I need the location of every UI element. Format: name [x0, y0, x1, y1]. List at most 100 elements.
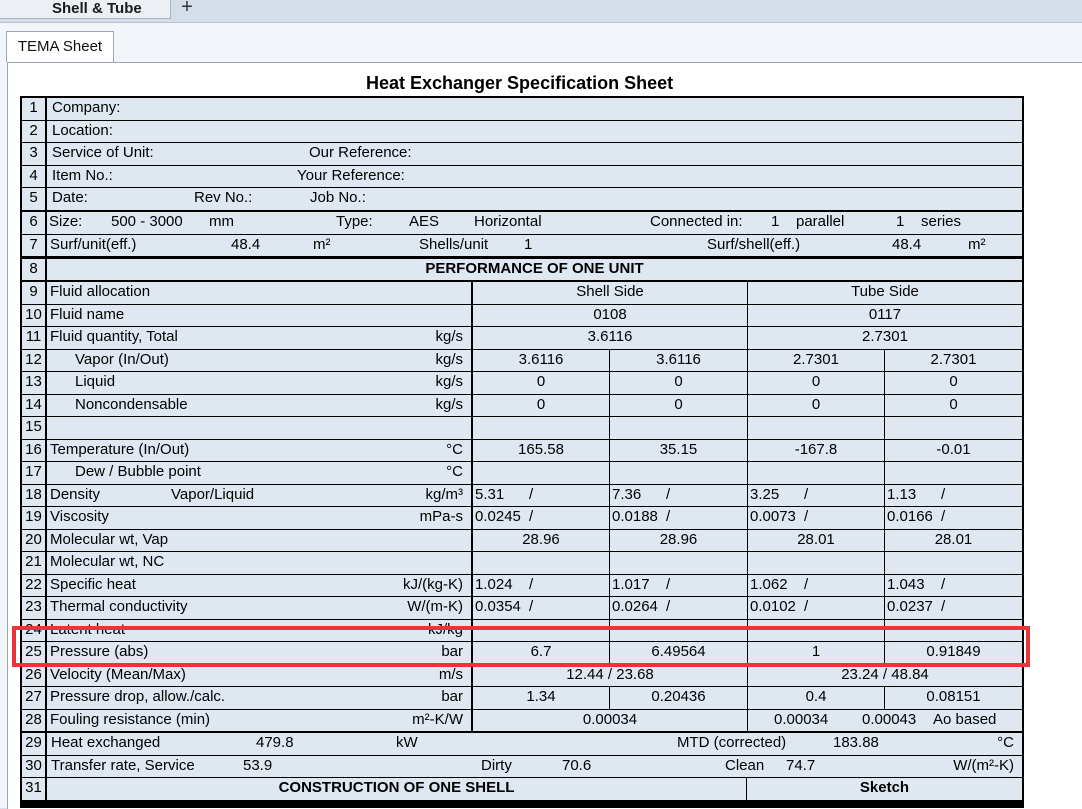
value: 1.13: [887, 485, 917, 503]
shell-value: 0108: [473, 304, 747, 326]
value-cell: [885, 552, 1022, 574]
value-separator: /: [529, 508, 534, 525]
value-cell: 1.34: [473, 687, 609, 709]
row-label-cell: Latent heat kJ/kg: [47, 619, 471, 641]
row-label: Specific heat: [50, 575, 136, 593]
value-cell: [885, 619, 1022, 641]
performance-header: PERFORMANCE OF ONE UNIT: [47, 258, 1022, 280]
value: 7.36: [612, 485, 642, 503]
type-value: AES: [409, 213, 440, 230]
row-label-cell: Fluid quantity, Total kg/s: [47, 327, 471, 349]
row-label: Pressure drop, allow./calc.: [50, 688, 226, 705]
row-unit: kg/s: [435, 350, 463, 368]
row-number: 16: [22, 439, 45, 461]
row-unit: kg/s: [435, 373, 463, 390]
value-cell: 28.96: [610, 529, 747, 551]
row-label-cell: Liquid kg/s: [47, 372, 471, 394]
value: 0.0166: [887, 508, 933, 525]
value-cell: 28.96: [473, 529, 609, 551]
size-value: 500 - 3000: [111, 213, 183, 230]
row-label-secondary: Vapor/Liquid: [171, 485, 255, 503]
value-separator: /: [804, 598, 809, 615]
tema-spec-table: 1 2 3 4 5 6 7 8 9 10 11 12 13 14 15 16 17 18 19 20 21 22 23 24 2…: [20, 96, 1024, 808]
value-cell: [885, 462, 1022, 484]
value-cell: [748, 552, 884, 574]
service-value: 53.9: [243, 756, 273, 774]
clean-value: 74.7: [786, 756, 816, 774]
add-tab-button[interactable]: +: [176, 0, 198, 18]
value-cell: 0.91849: [885, 642, 1022, 664]
document-tab-shell-tube[interactable]: Shell & Tube: [0, 0, 171, 19]
dirty-value: 70.6: [562, 756, 592, 774]
row-number: 7: [22, 234, 45, 256]
row-unit: kJ/kg: [427, 620, 463, 638]
value-cell: 1.024 /: [473, 574, 609, 596]
row-label: Molecular wt, Vap: [50, 530, 169, 548]
value-cell: 5.31 /: [473, 484, 609, 506]
value-cell: [748, 619, 884, 641]
row-label-cell: Fouling resistance (min) m²-K/W: [47, 709, 471, 731]
value-separator: /: [529, 598, 534, 615]
shell-fouling-value: 0.00034: [473, 709, 747, 731]
value: 1.017: [612, 575, 650, 593]
value-cell: 0: [885, 394, 1022, 416]
row-number: 18: [22, 484, 45, 506]
value-cell: -167.8: [748, 439, 884, 461]
value-cell: 0.0102 /: [748, 597, 884, 619]
tube-value: 0117: [748, 304, 1022, 326]
mtd-unit: °C: [997, 734, 1014, 751]
row-unit: °C: [446, 440, 463, 458]
header-row-4: Item No.: Your Reference:: [47, 165, 1022, 187]
row-label: Density: [50, 485, 101, 503]
value-cell: 0: [610, 394, 747, 416]
row-label-cell: Pressure drop, allow./calc. bar: [47, 687, 471, 709]
value-cell: 7.36 /: [610, 484, 747, 506]
sketch-header: Sketch: [747, 778, 1022, 800]
transfer-rate-row: Transfer rate, Service 53.9 Dirty 70.6 Clean…: [47, 755, 1022, 777]
tube-fouling-cell: 0.00034 0.00043 Ao based: [748, 709, 1022, 731]
row-number: 23: [22, 597, 45, 619]
shells-unit-value: 1: [524, 235, 533, 253]
row-label-cell: Fluid allocation: [47, 282, 471, 304]
value-separator: /: [941, 508, 946, 525]
header-job-no: Job No.:: [310, 189, 366, 206]
row-number: 28: [22, 709, 45, 731]
value-cell: 0: [473, 394, 609, 416]
surf-unit-value: 48.4: [231, 235, 261, 253]
value-separator: /: [666, 575, 671, 593]
parallel-label: parallel: [796, 213, 845, 230]
value: 0.0102: [750, 598, 796, 615]
value-cell: [748, 417, 884, 439]
value-cell: 6.49564: [610, 642, 747, 664]
row-label: Thermal conductivity: [50, 598, 188, 615]
value-cell: [473, 619, 609, 641]
row-number: 12: [22, 349, 45, 371]
value-cell: [473, 462, 609, 484]
value-cell: 0.0188 /: [610, 507, 747, 529]
value: 0.0264: [612, 598, 658, 615]
row-number: 14: [22, 394, 45, 416]
tab-tema-sheet[interactable]: TEMA Sheet: [6, 31, 114, 62]
value-cell: 0: [473, 372, 609, 394]
value: 0.0237: [887, 598, 933, 615]
row-number: 13: [22, 372, 45, 394]
row-number: 17: [22, 462, 45, 484]
value-cell: [610, 462, 747, 484]
header-our-ref: Our Reference:: [309, 144, 412, 161]
value-cell: 0.4: [748, 687, 884, 709]
type-label: Type:: [336, 213, 373, 230]
row-number: 15: [22, 417, 45, 439]
mtd-label: MTD (corrected): [677, 734, 787, 751]
construction-header: CONSTRUCTION OF ONE SHELL: [47, 778, 746, 800]
value: 1.024: [475, 575, 513, 593]
connected-label: Connected in:: [650, 213, 743, 230]
row-unit: kg/s: [435, 395, 463, 413]
row-unit: bar: [441, 688, 463, 705]
header-row-2: Location:: [47, 120, 1022, 142]
row-label: Noncondensable: [75, 395, 188, 413]
heat-exchanged-value: 479.8: [256, 734, 294, 751]
value-cell: 0.0166 /: [885, 507, 1022, 529]
tube-value: 23.24 / 48.84: [748, 664, 1022, 686]
value-cell: 1.062 /: [748, 574, 884, 596]
value-cell: 0.0237 /: [885, 597, 1022, 619]
